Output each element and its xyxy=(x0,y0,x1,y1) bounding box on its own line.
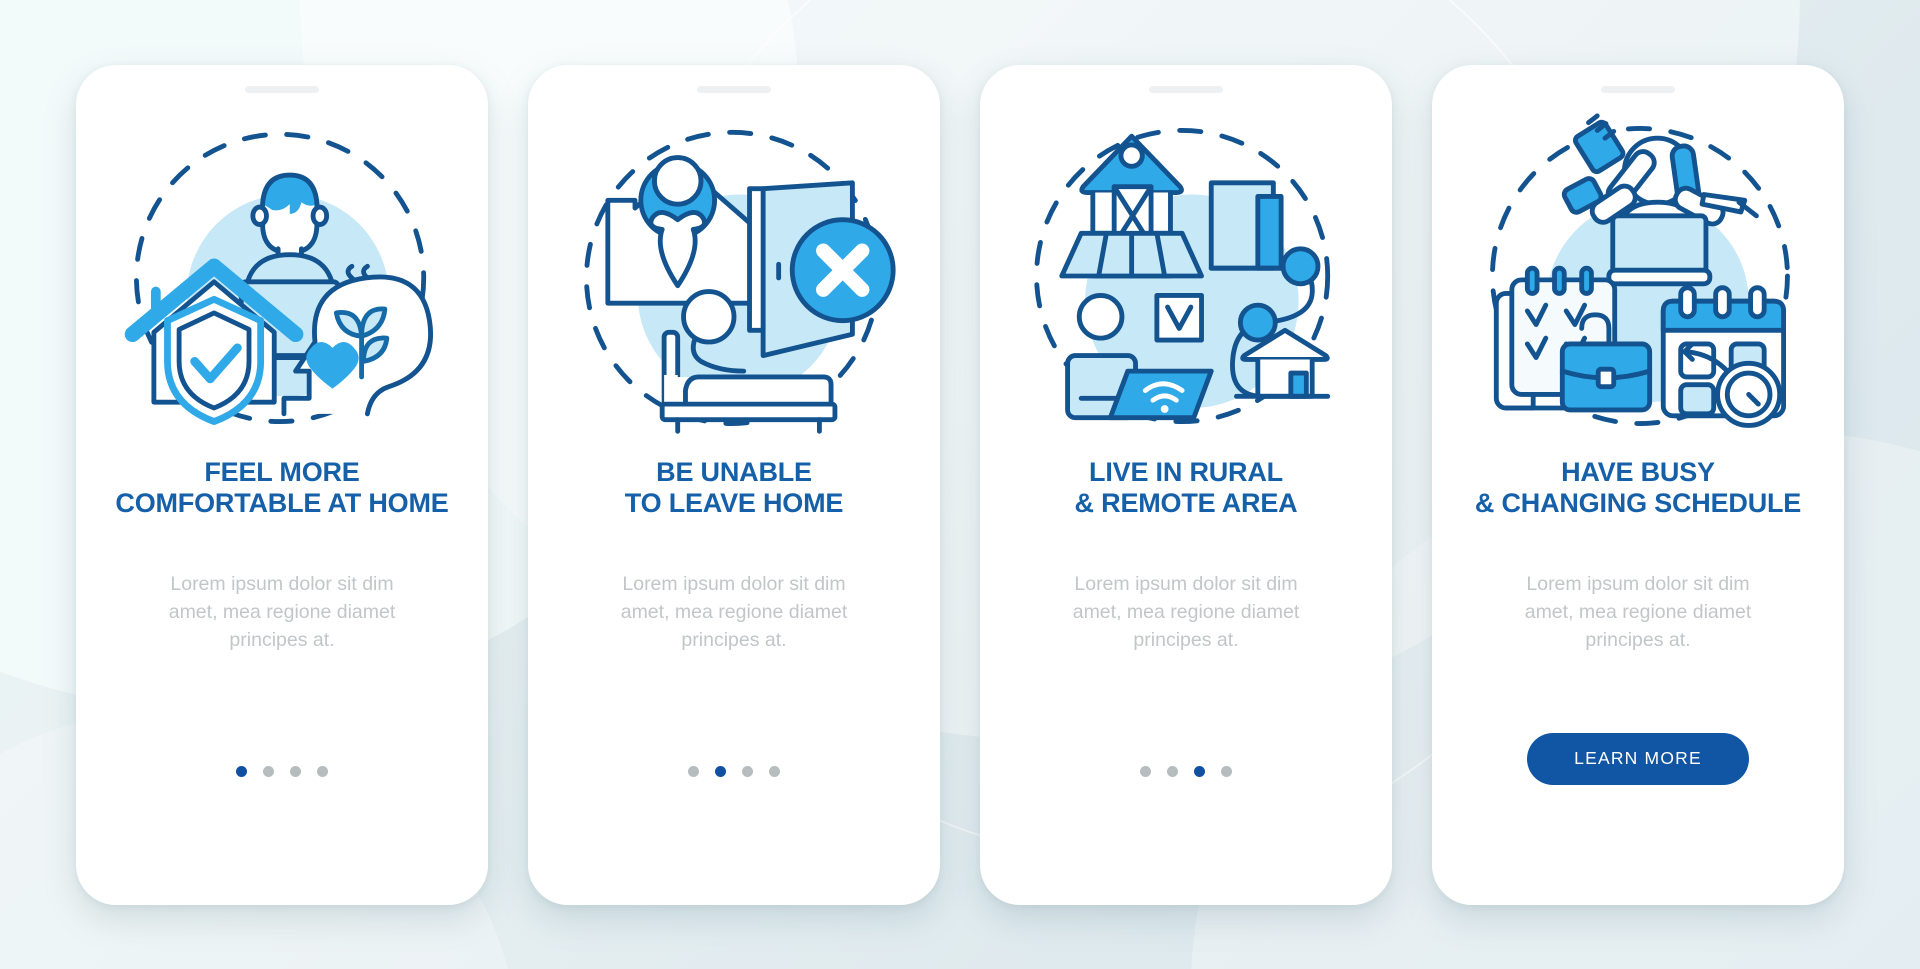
page-description: Lorem ipsum dolor sit dim amet, mea regi… xyxy=(168,572,396,652)
page-description: Lorem ipsum dolor sit dim amet, mea regi… xyxy=(1072,572,1300,652)
phone-speaker-bar xyxy=(1601,85,1675,93)
calendar-with-clock-icon xyxy=(1660,284,1787,428)
page-title: FEEL MORE COMFORTABLE AT HOME xyxy=(115,456,449,519)
page-title: HAVE BUSY & CHANGING SCHEDULE xyxy=(1474,456,1802,519)
phone-speaker-bar xyxy=(1149,85,1223,93)
pagination-dot-2[interactable] xyxy=(263,765,274,777)
checkbox-square-icon xyxy=(1154,292,1204,342)
onboarding-screens-row: FEEL MORE COMFORTABLE AT HOME Lorem ipsu… xyxy=(0,0,1920,969)
page-description: Lorem ipsum dolor sit dim amet, mea regi… xyxy=(1524,572,1752,652)
notebook-icon xyxy=(1572,112,1626,174)
pagination-dot-1[interactable] xyxy=(1140,765,1151,777)
silo-buildings-icon xyxy=(1208,179,1298,271)
onboarding-screen-4: HAVE BUSY & CHANGING SCHEDULE Lorem ipsu… xyxy=(1432,64,1844,905)
onboarding-screen-2: BE UNABLE TO LEAVE HOME Lorem ipsum dolo… xyxy=(528,64,940,905)
house-with-person-icon xyxy=(605,154,762,306)
pagination-dot-2[interactable] xyxy=(1167,765,1178,777)
phone-speaker-bar xyxy=(245,85,319,93)
pagination-dot-3[interactable] xyxy=(1194,765,1205,777)
phone-speaker-bar xyxy=(697,85,771,93)
onboarding-screen-1: FEEL MORE COMFORTABLE AT HOME Lorem ipsu… xyxy=(76,64,488,905)
learn-more-button[interactable]: LEARN MORE xyxy=(1527,732,1749,785)
onboarding-screen-3: LIVE IN RURAL & REMOTE AREA Lorem ipsum … xyxy=(980,64,1392,905)
busy-changing-schedule-illustration xyxy=(1473,111,1803,441)
pagination-dot-2[interactable] xyxy=(715,765,726,777)
pagination-dots[interactable] xyxy=(1140,765,1232,777)
pagination-dot-3[interactable] xyxy=(742,765,753,777)
page-title: LIVE IN RURAL & REMOTE AREA xyxy=(1074,456,1298,519)
rural-remote-area-illustration xyxy=(1021,111,1351,441)
pagination-dots[interactable] xyxy=(688,765,780,777)
pagination-dot-1[interactable] xyxy=(236,765,247,777)
page-title: BE UNABLE TO LEAVE HOME xyxy=(624,456,844,519)
pagination-dot-3[interactable] xyxy=(290,765,301,777)
unable-to-leave-home-illustration xyxy=(569,111,899,441)
pagination-dots[interactable] xyxy=(236,765,328,777)
pagination-dot-4[interactable] xyxy=(769,765,780,777)
pagination-dot-1[interactable] xyxy=(688,765,699,777)
page-description: Lorem ipsum dolor sit dim amet, mea regi… xyxy=(620,572,848,652)
pagination-dot-4[interactable] xyxy=(317,765,328,777)
laptop-icon xyxy=(1606,212,1713,286)
x-circle-icon xyxy=(789,216,896,323)
pagination-dot-4[interactable] xyxy=(1221,765,1232,777)
work-from-home-comfort-illustration xyxy=(117,111,447,441)
